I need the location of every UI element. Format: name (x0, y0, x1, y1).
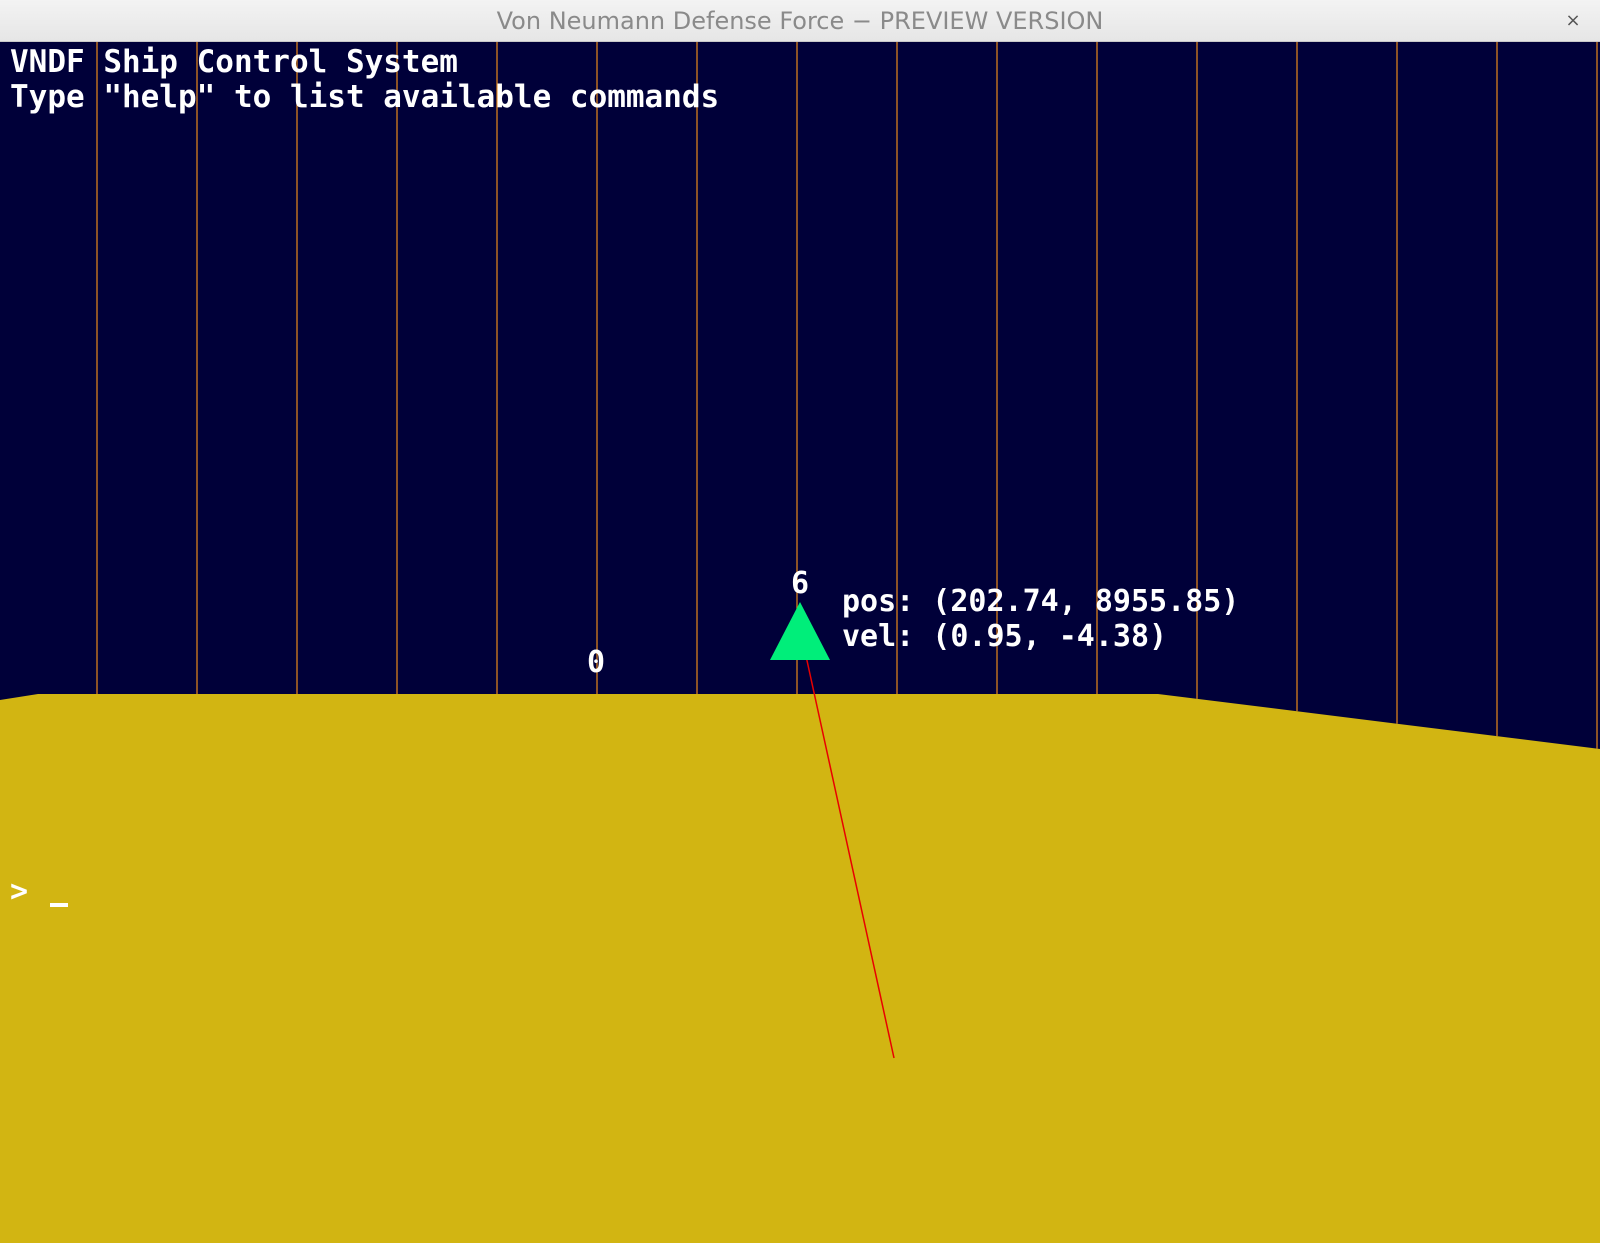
ship-velocity-readout: vel: (0.95, -4.38) (842, 619, 1168, 654)
app-window: Von Neumann Defense Force − PREVIEW VERS… (0, 0, 1600, 1243)
grid-marker-label: 0 (587, 645, 606, 680)
text-cursor (50, 903, 69, 907)
window-title: Von Neumann Defense Force − PREVIEW VERS… (496, 7, 1104, 35)
console-header-line-2: Type "help" to list available commands (10, 79, 720, 115)
ground-plane (0, 694, 1600, 1243)
close-button[interactable]: × (1560, 8, 1586, 34)
prompt-symbol: > (10, 874, 47, 909)
console-header-line-1: VNDF Ship Control System (10, 44, 458, 80)
game-viewport[interactable]: VNDF Ship Control System Type "help" to … (0, 42, 1600, 1243)
ship-position-readout: pos: (202.74, 8955.85) (842, 584, 1240, 619)
ship-id-label: 6 (791, 566, 810, 601)
command-prompt[interactable]: > (10, 874, 69, 909)
game-scene (0, 42, 1600, 1243)
title-bar[interactable]: Von Neumann Defense Force − PREVIEW VERS… (0, 0, 1600, 42)
